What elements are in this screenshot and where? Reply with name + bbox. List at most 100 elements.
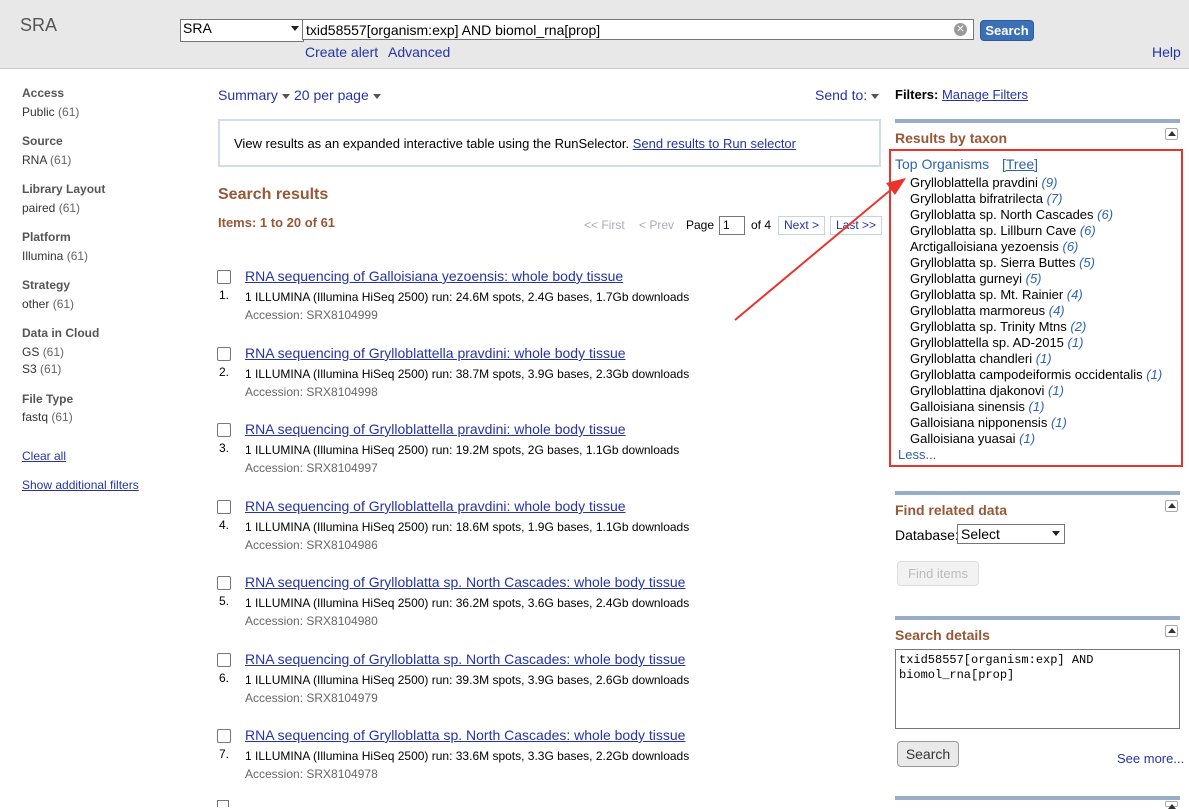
search-button[interactable]: Search: [980, 20, 1034, 41]
result-title-link[interactable]: RNA sequencing of Grylloblatta sp. North…: [245, 727, 685, 743]
pager-last-button[interactable]: Last >>: [830, 216, 882, 235]
see-more-link[interactable]: See more...: [1117, 751, 1184, 766]
organism-count: (1): [1146, 367, 1163, 382]
organism-item[interactable]: Grylloblatta sp. Trinity Mtns (2): [910, 319, 1086, 334]
facet-title-strategy: Strategy: [22, 278, 71, 292]
facet-item-label: GS: [22, 345, 40, 359]
facet-item-rna[interactable]: RNA (61): [22, 153, 71, 167]
advanced-link[interactable]: Advanced: [388, 44, 450, 60]
search-details-title: Search details: [895, 627, 990, 643]
database-select-value: SRA: [183, 20, 212, 36]
page-number-input[interactable]: 1: [719, 216, 745, 235]
find-items-button[interactable]: Find items: [897, 561, 979, 586]
result-number: 2.: [219, 365, 230, 379]
facet-item-other[interactable]: other (61): [22, 297, 74, 311]
organism-count: (6): [1097, 207, 1114, 222]
organism-item[interactable]: Grylloblattella sp. AD-2015 (1): [910, 335, 1083, 350]
results-by-taxon-title: Results by taxon: [895, 130, 1008, 146]
organism-item[interactable]: Galloisiana yuasai (1): [910, 431, 1035, 446]
result-accession: Accession: SRX8104986: [245, 538, 378, 552]
per-page-dropdown[interactable]: 20 per page: [294, 87, 381, 103]
facet-item-s3[interactable]: S3 (61): [22, 362, 61, 376]
create-alert-link[interactable]: Create alert: [305, 44, 378, 60]
result-checkbox[interactable]: [217, 500, 231, 514]
result-accession: Accession: SRX8104979: [245, 691, 378, 705]
organism-count: (2): [1070, 319, 1087, 334]
related-database-select[interactable]: Select: [957, 524, 1065, 544]
organism-name: Galloisiana nipponensis: [910, 415, 1048, 430]
send-to-dropdown[interactable]: Send to:: [815, 87, 880, 103]
result-description: 1 ILLUMINA (Illumina HiSeq 2500) run: 24…: [245, 290, 690, 304]
organism-count: (7): [1046, 191, 1063, 206]
organism-item[interactable]: Grylloblatta campodeiformis occidentalis…: [910, 367, 1162, 382]
pager-next-button[interactable]: Next >: [778, 216, 825, 235]
portlet-divider: [895, 796, 1180, 800]
search-input[interactable]: txid58557[organism:exp] AND biomol_rna[p…: [302, 19, 974, 40]
facet-item-public[interactable]: Public (61): [22, 105, 79, 119]
result-checkbox[interactable]: [217, 347, 231, 361]
collapse-icon[interactable]: [1165, 500, 1178, 512]
result-title-link[interactable]: RNA sequencing of Grylloblattella pravdi…: [245, 421, 626, 437]
organism-item[interactable]: Grylloblatta sp. Lillburn Cave (6): [910, 223, 1096, 238]
facet-title-source: Source: [22, 134, 63, 148]
result-checkbox[interactable]: [217, 729, 231, 743]
portlet-divider: [895, 119, 1180, 123]
result-title-link[interactable]: RNA sequencing of Grylloblatta sp. North…: [245, 651, 685, 667]
database-select[interactable]: SRA: [180, 19, 304, 42]
organism-name: Grylloblatta sp. Sierra Buttes: [910, 255, 1076, 270]
result-title-link[interactable]: RNA sequencing of Grylloblatta sp. North…: [245, 574, 685, 590]
organism-item[interactable]: Grylloblattina djakonovi (1): [910, 383, 1064, 398]
summary-dropdown[interactable]: Summary: [218, 87, 290, 103]
send-to-label: Send to:: [815, 87, 868, 103]
result-title-link[interactable]: RNA sequencing of Grylloblattella pravdi…: [245, 345, 626, 361]
organism-name: Grylloblattella pravdini: [910, 175, 1038, 190]
result-item: 7. RNA sequencing of Grylloblatta sp. No…: [217, 727, 877, 791]
search-details-button[interactable]: Search: [897, 741, 959, 767]
organism-item[interactable]: Grylloblattella pravdini (9): [910, 175, 1057, 190]
organism-item[interactable]: Grylloblatta bifratrilecta (7): [910, 191, 1062, 206]
result-number: 7.: [219, 747, 230, 761]
result-item: 1. RNA sequencing of Galloisiana yezoens…: [217, 268, 877, 332]
organism-name: Grylloblatta sp. Lillburn Cave: [910, 223, 1077, 238]
organism-item[interactable]: Grylloblatta gurneyi (5): [910, 271, 1042, 286]
result-checkbox[interactable]: [217, 423, 231, 437]
result-number: 6.: [219, 671, 230, 685]
facet-item-gs[interactable]: GS (61): [22, 345, 64, 359]
organism-name: Galloisiana yuasai: [910, 431, 1016, 446]
search-details-textarea[interactable]: txid58557[organism:exp] AND biomol_rna[p…: [895, 649, 1180, 729]
organism-item[interactable]: Arctigalloisiana yezoensis (6): [910, 239, 1078, 254]
organism-item[interactable]: Grylloblatta sp. Sierra Buttes (5): [910, 255, 1095, 270]
tree-link[interactable]: [Tree]: [1002, 156, 1038, 172]
organism-item[interactable]: Grylloblatta marmoreus (4): [910, 303, 1065, 318]
organism-count: (5): [1079, 255, 1095, 270]
collapse-icon[interactable]: [1165, 801, 1178, 809]
organism-name: Grylloblatta chandleri: [910, 351, 1033, 366]
result-description: 1 ILLUMINA (Illumina HiSeq 2500) run: 19…: [245, 443, 680, 457]
facet-title-access: Access: [22, 86, 65, 100]
facet-item-illumina[interactable]: Illumina (61): [22, 249, 88, 263]
clear-icon[interactable]: ✕: [954, 23, 967, 36]
organism-item[interactable]: Grylloblatta sp. Mt. Rainier (4): [910, 287, 1083, 302]
result-checkbox[interactable]: [217, 576, 231, 590]
filters-label: Filters: Manage Filters: [895, 87, 1028, 102]
result-checkbox[interactable]: [217, 653, 231, 667]
pager-page-label: Page: [686, 218, 715, 232]
help-link[interactable]: Help: [1152, 44, 1181, 60]
organism-item[interactable]: Galloisiana sinensis (1): [910, 399, 1044, 414]
show-additional-filters-link[interactable]: Show additional filters: [22, 478, 139, 492]
facet-item-paired[interactable]: paired (61): [22, 201, 80, 215]
result-checkbox[interactable]: [217, 270, 231, 284]
collapse-icon[interactable]: [1165, 128, 1178, 140]
organism-item[interactable]: Grylloblatta chandleri (1): [910, 351, 1052, 366]
organism-item[interactable]: Galloisiana nipponensis (1): [910, 415, 1067, 430]
result-title-link[interactable]: RNA sequencing of Galloisiana yezoensis:…: [245, 268, 623, 284]
collapse-icon[interactable]: [1165, 625, 1178, 637]
clear-all-link[interactable]: Clear all: [22, 449, 66, 463]
facet-item-fastq[interactable]: fastq (61): [22, 410, 73, 424]
send-to-run-selector-link[interactable]: Send results to Run selector: [633, 136, 796, 151]
manage-filters-link[interactable]: Manage Filters: [942, 87, 1028, 102]
result-title-link[interactable]: RNA sequencing of Grylloblattella pravdi…: [245, 498, 626, 514]
result-number: 3.: [219, 441, 230, 455]
less-link[interactable]: Less...: [898, 447, 936, 462]
organism-item[interactable]: Grylloblatta sp. North Cascades (6): [910, 207, 1113, 222]
